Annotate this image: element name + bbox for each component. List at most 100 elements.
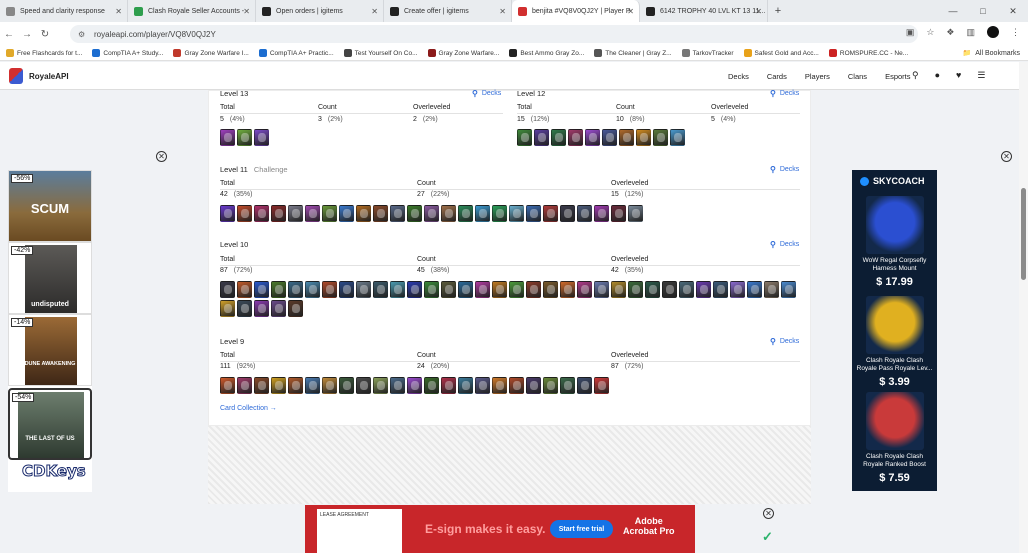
site-info-icon[interactable]: ⚙ [78,30,88,39]
bookmark-item[interactable]: ROMSPURE.CC - Ne... [828,49,908,57]
card-icon[interactable] [305,205,320,222]
card-icon[interactable] [509,281,524,298]
card-icon[interactable] [339,377,354,394]
card-icon[interactable] [568,129,583,146]
card-icon[interactable] [373,377,388,394]
card-icon[interactable] [339,205,354,222]
heart-icon[interactable]: ♥ [956,70,961,81]
card-icon[interactable] [254,300,269,317]
card-icon[interactable] [288,205,303,222]
card-collection-link[interactable]: Card Collection → [220,405,277,412]
card-icon[interactable] [407,281,422,298]
card-icon[interactable] [585,129,600,146]
close-ad-icon[interactable]: ✕ [156,151,167,162]
browser-tab[interactable]: 6142 TROPHY 40 LVL KT 13 11... ✕ [640,0,768,22]
card-icon[interactable] [407,377,422,394]
card-icon[interactable] [662,281,677,298]
ad-undisputed[interactable]: -42% undisputed [8,242,92,314]
close-tab-icon[interactable]: ✕ [371,7,378,16]
card-icon[interactable] [254,205,269,222]
card-icon[interactable] [254,281,269,298]
card-icon[interactable] [577,205,592,222]
bookmark-item[interactable]: Gray Zone Warfare... [427,49,499,57]
card-icon[interactable] [322,281,337,298]
card-icon[interactable] [534,129,549,146]
ad-dune[interactable]: -14% DUNE AWAKENING [8,314,92,386]
search-icon[interactable]: ⚲ [912,70,919,81]
browser-tab[interactable]: benjita #VQ8V0QJ2Y | Player P ✕ [512,0,640,22]
browser-tab[interactable]: Open orders | igitems ✕ [256,0,384,22]
close-tab-icon[interactable]: ✕ [243,7,250,16]
maximize-icon[interactable]: □ [968,0,998,22]
card-icon[interactable] [339,281,354,298]
close-ad-icon[interactable]: ✕ [1001,151,1012,162]
bookmark-item[interactable]: Free Flashcards for t... [6,49,82,57]
card-icon[interactable] [645,281,660,298]
start-free-trial-button[interactable]: Start free trial [550,520,613,538]
card-icon[interactable] [237,129,252,146]
card-icon[interactable] [237,300,252,317]
close-tab-icon[interactable]: ✕ [499,7,506,16]
level-11-decks-link[interactable]: ⚲ Decks [770,165,799,174]
card-icon[interactable] [526,205,541,222]
nav-cards[interactable]: Cards [767,72,787,81]
card-icon[interactable] [458,281,473,298]
card-icon[interactable] [628,205,643,222]
card-icon[interactable] [271,377,286,394]
bookmark-item[interactable]: The Cleaner | Gray Z... [594,49,672,57]
royaleapi-logo[interactable] [9,68,23,84]
card-icon[interactable] [747,281,762,298]
card-icon[interactable] [543,377,558,394]
card-icon[interactable] [271,300,286,317]
card-icon[interactable] [670,129,685,146]
card-icon[interactable] [509,377,524,394]
card-icon[interactable] [543,205,558,222]
close-tab-icon[interactable]: ✕ [627,7,634,16]
card-icon[interactable] [602,129,617,146]
level-9-decks-link[interactable]: ⚲ Decks [770,337,799,346]
new-tab-button[interactable]: + [768,0,788,22]
left-ad-banner[interactable]: -56% SCUM -42% undisputed -14% DUNE AWAK… [8,170,92,492]
card-icon[interactable] [237,377,252,394]
card-icon[interactable] [475,281,490,298]
card-icon[interactable] [636,129,651,146]
card-icon[interactable] [305,281,320,298]
card-icon[interactable] [220,377,235,394]
card-icon[interactable] [458,205,473,222]
card-icon[interactable] [543,281,558,298]
card-icon[interactable] [288,281,303,298]
card-icon[interactable] [653,129,668,146]
card-icon[interactable] [492,377,507,394]
card-icon[interactable] [594,377,609,394]
card-icon[interactable] [492,205,507,222]
forward-icon[interactable]: → [18,29,36,40]
card-icon[interactable] [356,377,371,394]
card-icon[interactable] [517,129,532,146]
close-tab-icon[interactable]: ✕ [115,7,122,16]
extensions-icon[interactable]: ❖ [946,27,954,38]
ad-product[interactable]: Clash Royale Clash Royale Pass Royale Le… [852,296,937,388]
card-icon[interactable] [679,281,694,298]
card-icon[interactable] [475,377,490,394]
bookmark-item[interactable]: Best Ammo Gray Zo... [509,49,584,57]
ad-product[interactable]: WoW Regal Corpsefly Harness Mount $ 17.9… [852,196,937,288]
card-icon[interactable] [594,205,609,222]
card-icon[interactable] [373,205,388,222]
card-icon[interactable] [611,281,626,298]
nav-clans[interactable]: Clans [848,72,867,81]
nav-players[interactable]: Players [805,72,830,81]
card-icon[interactable] [254,377,269,394]
card-icon[interactable] [220,300,235,317]
card-icon[interactable] [390,377,405,394]
bookmark-item[interactable]: Safest Gold and Acc... [743,49,819,57]
user-icon[interactable]: ● [935,70,940,81]
close-ad-icon[interactable]: ✕ [763,508,774,519]
card-icon[interactable] [526,281,541,298]
scrollbar-thumb[interactable] [1021,188,1026,280]
card-icon[interactable] [305,377,320,394]
hamburger-icon[interactable]: ☰ [977,70,985,81]
card-icon[interactable] [424,281,439,298]
nav-decks[interactable]: Decks [728,72,749,81]
card-icon[interactable] [220,281,235,298]
card-icon[interactable] [619,129,634,146]
